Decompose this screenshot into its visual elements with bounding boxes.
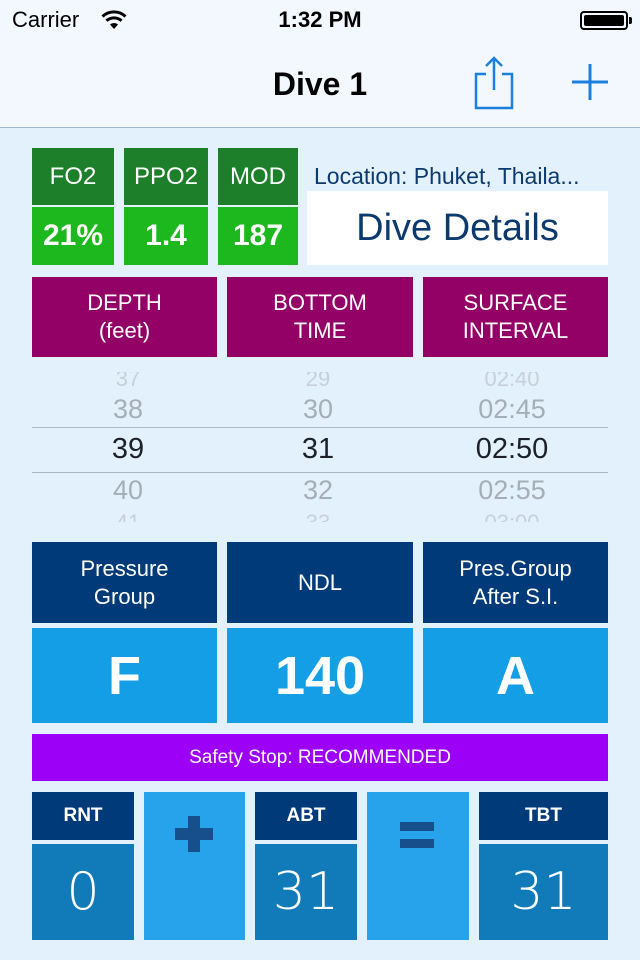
safety-stop-banner: Safety Stop: RECOMMENDED: [32, 734, 608, 781]
mod-header: MOD: [218, 148, 298, 205]
picker-row[interactable]: 40: [32, 475, 224, 506]
plus-icon[interactable]: [568, 60, 612, 104]
surface-interval-header-line2: INTERVAL: [462, 318, 569, 343]
picker-row[interactable]: 29: [222, 372, 414, 392]
picker-row-selected[interactable]: 39: [32, 433, 224, 466]
picker-row[interactable]: 02:40: [416, 372, 608, 392]
page-title: Dive 1: [272, 66, 368, 102]
picker-row-selected[interactable]: 31: [222, 433, 414, 466]
depth-header-line2: (feet): [98, 318, 151, 343]
ppo2-value[interactable]: 1.4: [124, 207, 208, 265]
bottom-time-header-line1: BOTTOM: [273, 290, 367, 315]
picker-row[interactable]: 02:45: [416, 394, 608, 425]
pressure-group-header: Pressure Group: [32, 542, 217, 623]
pressure-group-value: F: [32, 628, 217, 723]
plus-operator: [144, 792, 245, 940]
dive-picker[interactable]: 37 38 39 40 41 29 30 31 32 33 02:40 02:4…: [32, 372, 608, 522]
picker-row[interactable]: 41: [32, 510, 224, 522]
ndl-value: 140: [227, 628, 413, 723]
depth-picker-column[interactable]: 37 38 39 40 41: [32, 372, 224, 522]
pres-group-after-si-header-line2: After S.I.: [472, 583, 559, 609]
surface-interval-picker-column[interactable]: 02:40 02:45 02:50 02:55 03:00: [416, 372, 608, 522]
plus-operator-icon: [174, 816, 213, 852]
navigation-bar: Dive 1: [0, 40, 640, 128]
depth-header: DEPTH (feet): [32, 277, 217, 357]
tbt-header: TBT: [479, 792, 608, 840]
picker-row[interactable]: 38: [32, 394, 224, 425]
picker-row[interactable]: 02:55: [416, 475, 608, 506]
surface-interval-header-line1: SURFACE: [463, 290, 568, 315]
rnt-header: RNT: [32, 792, 134, 840]
tbt-value: 31: [479, 844, 608, 940]
abt-value: 31: [255, 844, 357, 940]
status-bar: Carrier 1:32 PM: [0, 0, 640, 40]
battery-icon: [580, 11, 632, 30]
ndl-header-text: NDL: [297, 569, 342, 595]
equals-operator-icon: [400, 822, 434, 848]
equals-operator: [367, 792, 469, 940]
mod-value: 187: [218, 207, 298, 265]
picker-row[interactable]: 32: [222, 475, 414, 506]
pres-group-after-si-value: A: [423, 628, 608, 723]
pressure-group-header-line2: Group: [93, 583, 156, 609]
pres-group-after-si-header: Pres.Group After S.I.: [423, 542, 608, 623]
bottom-time-header-line2: TIME: [293, 318, 347, 343]
rnt-value: 0: [32, 844, 134, 940]
pres-group-after-si-header-line1: Pres.Group: [459, 555, 572, 581]
bottom-time-header: BOTTOM TIME: [227, 277, 413, 357]
ndl-header: NDL: [227, 542, 413, 623]
share-icon[interactable]: [472, 54, 516, 110]
pressure-group-header-line1: Pressure: [80, 555, 169, 581]
surface-interval-header: SURFACE INTERVAL: [423, 277, 608, 357]
fo2-value[interactable]: 21%: [32, 207, 114, 265]
dive-details-button[interactable]: Dive Details: [307, 191, 608, 265]
picker-row[interactable]: 03:00: [416, 510, 608, 522]
depth-header-line1: DEPTH: [87, 290, 162, 315]
clock: 1:32 PM: [278, 7, 362, 32]
picker-row-selected[interactable]: 02:50: [416, 433, 608, 466]
location-label: Location: Phuket, Thaila...: [314, 163, 580, 189]
fo2-header: FO2: [32, 148, 114, 205]
picker-row[interactable]: 30: [222, 394, 414, 425]
abt-header: ABT: [255, 792, 357, 840]
picker-row[interactable]: 37: [32, 372, 224, 392]
ppo2-header: PPO2: [124, 148, 208, 205]
bottom-time-picker-column[interactable]: 29 30 31 32 33: [222, 372, 414, 522]
picker-row[interactable]: 33: [222, 510, 414, 522]
